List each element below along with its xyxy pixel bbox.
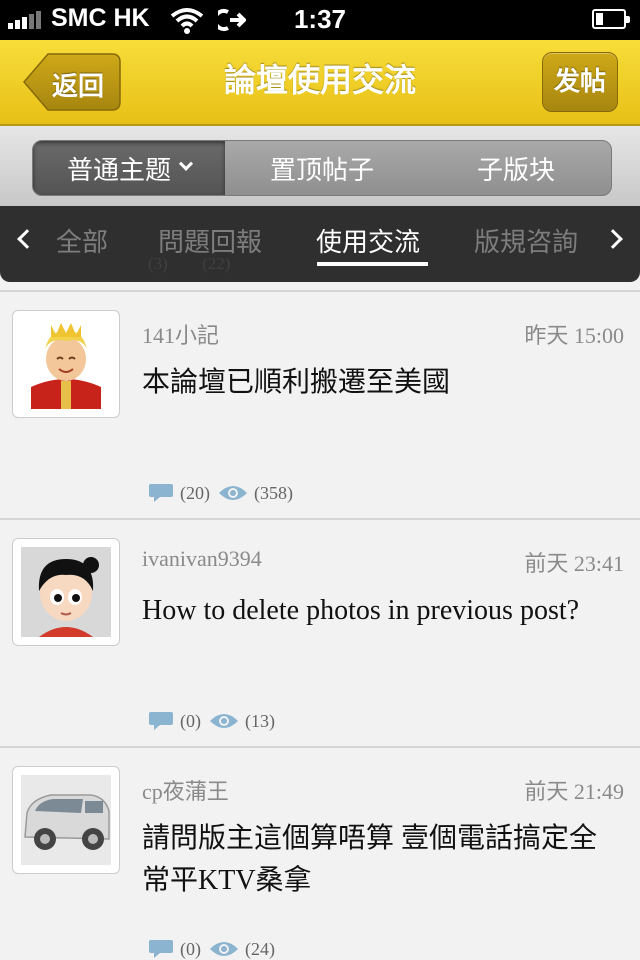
avatar (12, 766, 120, 874)
post-title: 本論壇已順利搬遷至美國 (142, 367, 451, 398)
view-count: (22) (202, 254, 231, 273)
post-time: 昨天 15:00 (524, 323, 624, 348)
segmented-control: 普通主题 置顶帖子 子版块 (32, 140, 612, 196)
avatar-king-image (21, 319, 111, 409)
post-time: 前天 23:41 (524, 551, 624, 576)
view-count: (358) (254, 482, 293, 503)
category-tabs: 全部 問題回報 使用交流 版規咨詢 (0, 206, 640, 282)
post-author: 141小記 (142, 323, 220, 348)
comment-icon (149, 712, 173, 730)
post-author: cp夜蒲王 (142, 779, 229, 804)
chevron-right-icon[interactable] (603, 229, 623, 249)
post-row[interactable]: cp夜蒲王 前天 21:49 請問版主這個算唔算 壹個電話搞定全常平KTV桑拿 … (0, 746, 640, 960)
status-bar: SMC HK 1:37 (0, 0, 640, 40)
chevron-down-icon (178, 156, 194, 171)
back-button[interactable]: 返回 (22, 52, 122, 112)
post-title: How to delete photos in previous post? (142, 595, 580, 626)
reply-count: (0) (180, 710, 201, 731)
new-post-button[interactable]: 发帖 (542, 52, 618, 112)
eye-icon (210, 714, 238, 728)
comment-icon (149, 940, 173, 958)
comment-icon (149, 484, 173, 502)
post-list: 141小記 昨天 15:00 本論壇已順利搬遷至美國 (20) (358) iv… (0, 290, 640, 960)
post-stats: (20) (358) (148, 482, 301, 504)
chevron-left-icon[interactable] (17, 229, 37, 249)
tab-usage-discussion[interactable]: 使用交流 (316, 222, 420, 259)
post-title: 請問版主這個算唔算 壹個電話搞定全常平KTV桑拿 (142, 823, 598, 896)
back-button-label: 返回 (52, 72, 105, 102)
partial-stats-row: (3) (22) (148, 254, 230, 274)
avatar (12, 310, 120, 418)
view-count: (13) (245, 710, 275, 731)
segment-bar: 普通主题 置顶帖子 子版块 (0, 126, 640, 206)
post-row[interactable]: ivanivan9394 前天 23:41 How to delete phot… (0, 518, 640, 746)
reply-count: (0) (180, 938, 201, 959)
tab-rules-inquiry[interactable]: 版規咨詢 (474, 222, 578, 259)
clock: 1:37 (293, 4, 347, 34)
view-count: (24) (245, 938, 275, 959)
segment-label: 普通主题 (66, 155, 171, 186)
battery-icon (592, 9, 630, 29)
reply-count: (3) (148, 254, 168, 273)
avatar-car-image (21, 775, 111, 865)
post-time: 前天 21:49 (524, 779, 624, 804)
avatar (12, 538, 120, 646)
post-stats: (0) (13) (148, 710, 283, 732)
segment-label: 置顶帖子 (269, 155, 374, 186)
active-tab-indicator (317, 262, 428, 266)
post-row[interactable]: 141小記 昨天 15:00 本論壇已順利搬遷至美國 (20) (358) (0, 290, 640, 518)
segment-sub-forums[interactable]: 子版块 (419, 141, 611, 195)
tab-all[interactable]: 全部 (56, 222, 108, 259)
segment-normal-topics[interactable]: 普通主题 (33, 141, 225, 195)
eye-icon (210, 942, 238, 956)
nav-bar: 論壇使用交流 返回 发帖 (0, 40, 640, 126)
reply-count: (20) (180, 482, 210, 503)
avatar-cartoon-image (21, 547, 111, 637)
post-author: ivanivan9394 (142, 546, 262, 571)
segment-label: 子版块 (476, 155, 555, 186)
eye-icon (219, 486, 247, 500)
segment-pinned-posts[interactable]: 置顶帖子 (225, 141, 419, 195)
post-stats: (0) (24) (148, 938, 283, 960)
